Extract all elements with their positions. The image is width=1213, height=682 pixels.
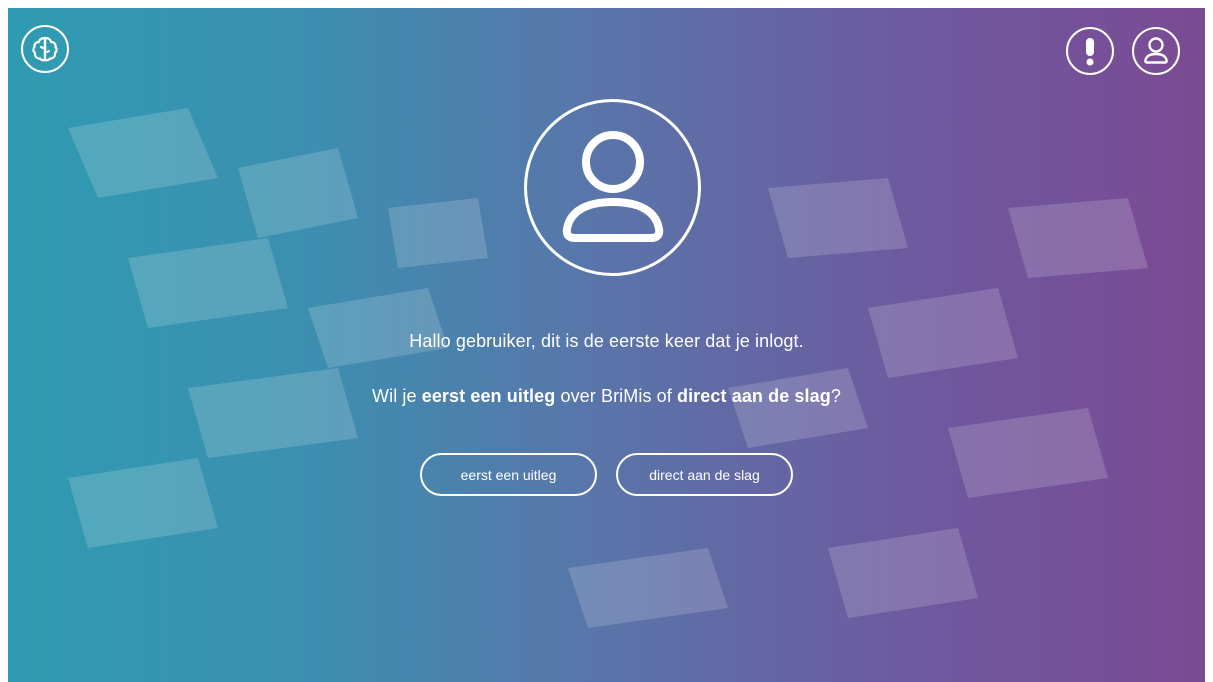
- user-icon: [1144, 37, 1168, 64]
- action-buttons: eerst een uitleg direct aan de slag: [8, 453, 1205, 496]
- question-text: Wil je eerst een uitleg over BriMis of d…: [8, 386, 1205, 407]
- exclamation-icon: [1086, 38, 1094, 66]
- user-icon: [562, 130, 663, 242]
- welcome-screen: Hallo gebruiker, dit is de eerste keer d…: [8, 8, 1205, 682]
- brain-logo-button[interactable]: [21, 25, 69, 73]
- question-middle: over BriMis of: [555, 386, 677, 406]
- avatar: [524, 99, 701, 276]
- start-button[interactable]: direct aan de slag: [616, 453, 793, 496]
- question-option-start: direct aan de slag: [676, 386, 831, 406]
- explain-button[interactable]: eerst een uitleg: [420, 453, 597, 496]
- greeting-text: Hallo gebruiker, dit is de eerste keer d…: [409, 331, 804, 351]
- profile-button[interactable]: [1132, 27, 1180, 75]
- alert-button[interactable]: [1066, 27, 1114, 75]
- brain-icon: [32, 36, 58, 62]
- question-option-explain: eerst een uitleg: [421, 386, 556, 406]
- question-prefix: Wil je: [372, 386, 422, 406]
- question-suffix: ?: [830, 386, 841, 406]
